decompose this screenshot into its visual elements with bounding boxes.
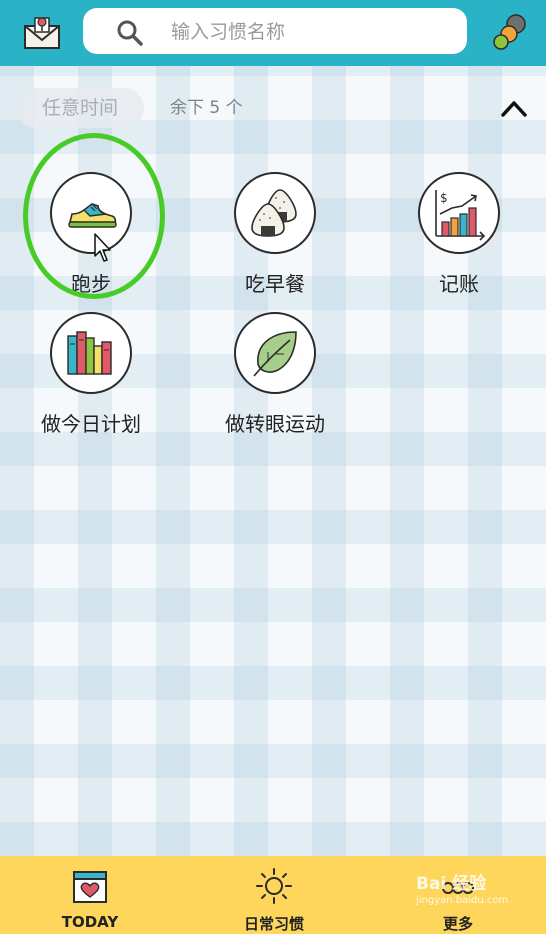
remaining-count: 余下 5 个 <box>170 98 243 118</box>
mouse-cursor-icon <box>94 233 111 262</box>
finance-chart-icon: $ <box>435 190 486 241</box>
habit-label: 吃早餐 <box>245 272 305 296</box>
habit-icon-circle[interactable] <box>234 172 316 254</box>
chevron-up-icon[interactable] <box>498 94 530 122</box>
habit-icon-circle[interactable] <box>50 172 132 254</box>
section-header: 任意时间 余下 5 个 <box>0 88 546 128</box>
nav-label: TODAY <box>61 913 119 931</box>
sun-icon <box>256 868 292 904</box>
habit-label: 跑步 <box>71 272 111 296</box>
habit-label: 做转眼运动 <box>225 412 325 436</box>
palette-icon[interactable] <box>490 12 530 52</box>
rice-ball-icon <box>251 189 297 237</box>
habit-icon-circle[interactable]: $ <box>418 172 500 254</box>
nav-tab-daily-habits[interactable]: 日常习惯 <box>204 856 344 934</box>
habit-label: 做今日计划 <box>41 412 141 436</box>
habit-icon-circle[interactable] <box>234 312 316 394</box>
calendar-heart-icon <box>73 871 107 903</box>
search-bar[interactable] <box>83 8 467 54</box>
search-icon <box>117 20 143 46</box>
habit-item-bookkeeping[interactable]: $ 记账 <box>376 172 546 302</box>
leaf-icon <box>253 331 297 377</box>
svg-text:$: $ <box>440 191 448 205</box>
mail-icon[interactable] <box>22 12 62 52</box>
watermark-brand: Bai 经验 <box>416 874 487 894</box>
top-bar <box>0 0 546 66</box>
habit-label: 记账 <box>439 272 479 296</box>
time-filter-pill[interactable]: 任意时间 <box>16 88 144 128</box>
nav-tab-today[interactable]: TODAY <box>20 856 160 934</box>
habit-item-eye-exercise[interactable]: 做转眼运动 <box>192 312 362 442</box>
watermark-url: jingyan.baidu.com <box>416 895 509 906</box>
baidu-watermark: Bai 经验 jingyan.baidu.com <box>416 874 542 920</box>
books-icon <box>67 331 112 375</box>
habit-icon-circle[interactable] <box>50 312 132 394</box>
search-input[interactable] <box>169 16 453 48</box>
nav-label: 日常习惯 <box>243 915 304 933</box>
habit-item-daily-plan[interactable]: 做今日计划 <box>8 312 178 442</box>
habit-item-breakfast[interactable]: 吃早餐 <box>192 172 362 302</box>
